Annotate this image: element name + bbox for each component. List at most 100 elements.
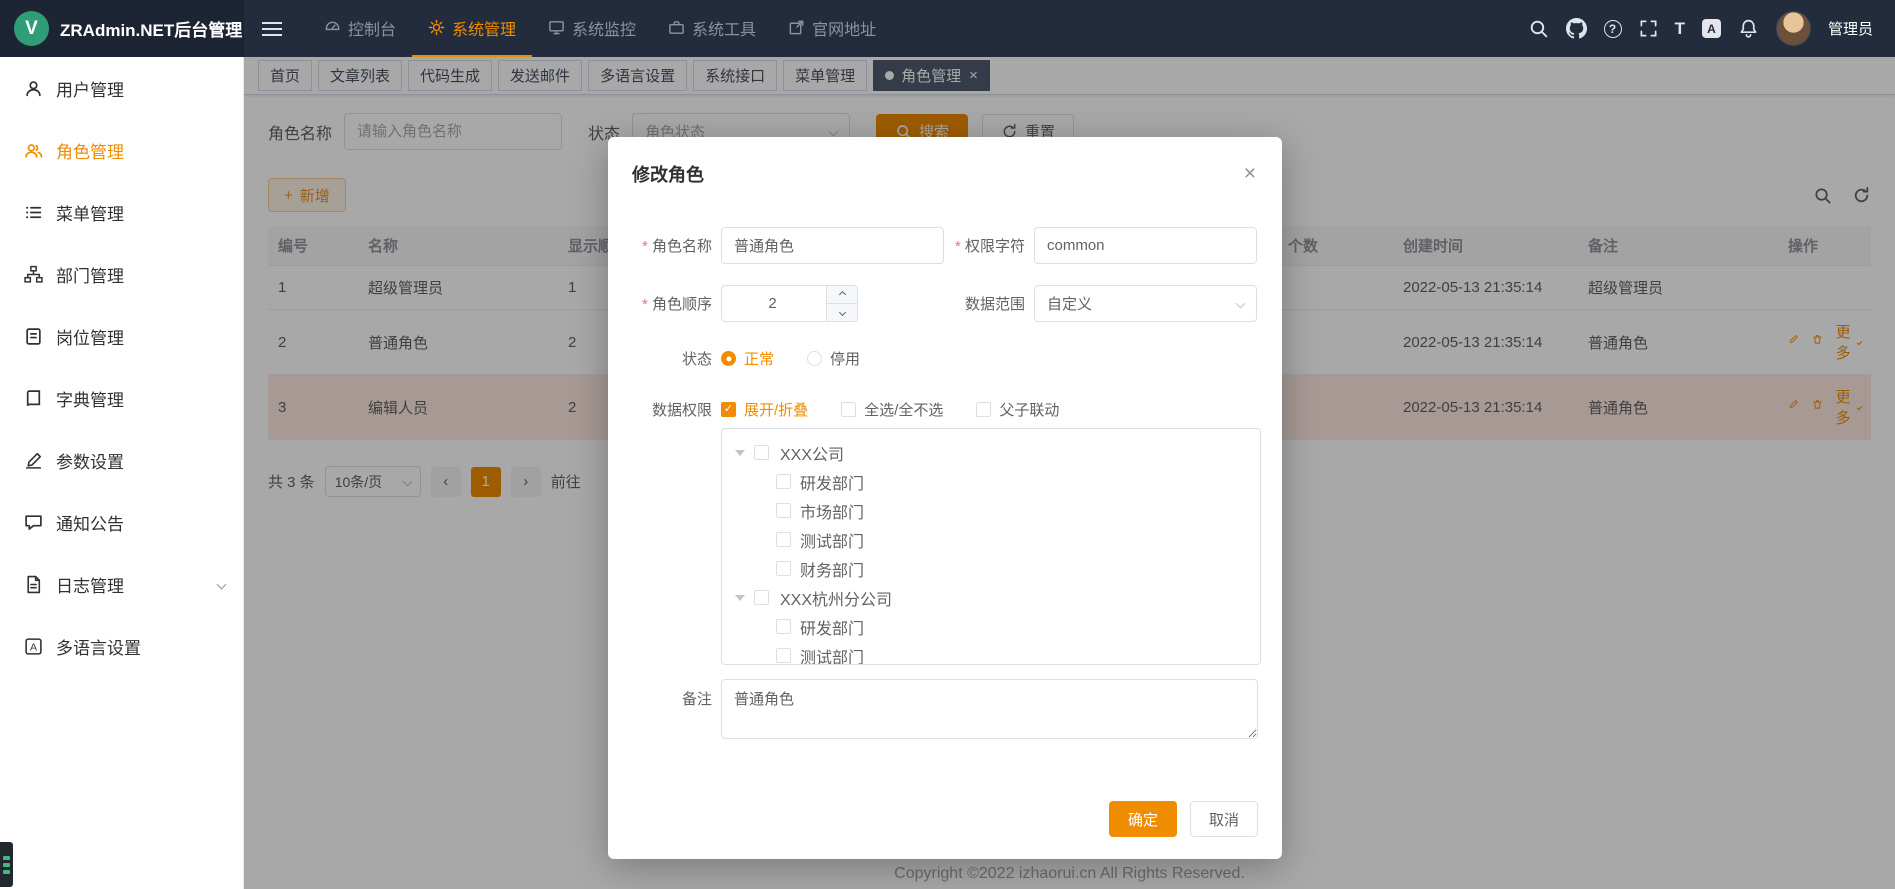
topnav-item-monitor[interactable]: 系统监控	[532, 0, 652, 57]
tree-node-label: XXX杭州分公司	[780, 586, 892, 610]
sidebar-item-posts[interactable]: 岗位管理	[0, 305, 243, 367]
tree-node[interactable]: 研发部门	[722, 612, 1260, 641]
topnav-label: 系统管理	[452, 16, 516, 40]
sidebar-item-i18n[interactable]: A 多语言设置	[0, 615, 243, 677]
tree-node-label: 财务部门	[800, 557, 864, 581]
sidebar-item-users[interactable]: 用户管理	[0, 57, 243, 119]
tree-node-label: XXX公司	[780, 441, 844, 465]
tree-node[interactable]: 财务部门	[722, 554, 1260, 583]
status-label: 状态	[632, 348, 712, 369]
github-icon[interactable]	[1566, 18, 1587, 39]
topnav-label: 官网地址	[812, 16, 876, 40]
sidebar-item-notices[interactable]: 通知公告	[0, 491, 243, 553]
topnav-label: 控制台	[348, 16, 396, 40]
caret-down-icon[interactable]	[735, 595, 745, 601]
perm-char-input[interactable]	[1034, 227, 1257, 264]
chevron-down-icon	[1236, 299, 1246, 309]
search-icon[interactable]	[1528, 18, 1549, 39]
role-name-input[interactable]	[721, 227, 944, 264]
caret-down-icon[interactable]	[735, 450, 745, 456]
sidebar-item-label: 参数设置	[56, 448, 124, 473]
remark-textarea[interactable]: 普通角色	[721, 679, 1258, 739]
bell-icon[interactable]	[1738, 18, 1759, 39]
status-disabled-radio[interactable]	[807, 351, 822, 366]
select-all-checkbox[interactable]	[841, 402, 856, 417]
close-icon[interactable]: ×	[1244, 163, 1256, 184]
topnav-item-website[interactable]: 官网地址	[772, 0, 892, 57]
username[interactable]: 管理员	[1828, 18, 1873, 39]
language-square-icon: A	[24, 637, 43, 656]
tree-checkbox[interactable]	[776, 503, 791, 518]
tree-checkbox[interactable]	[776, 561, 791, 576]
tree-checkbox[interactable]	[776, 474, 791, 489]
edit-role-dialog: 修改角色 × 角色名称 权限字符 角色顺序	[608, 137, 1282, 859]
sidebar-item-logs[interactable]: 日志管理	[0, 553, 243, 615]
header-actions: ? T A 管理员	[1528, 11, 1895, 46]
tree-node[interactable]: 测试部门	[722, 525, 1260, 554]
devtools-widget[interactable]	[0, 842, 13, 887]
chevron-down-icon	[217, 579, 227, 589]
topnav-label: 系统工具	[692, 16, 756, 40]
font-size-icon[interactable]: T	[1675, 19, 1685, 39]
data-scope-select[interactable]: 自定义	[1034, 285, 1257, 322]
logo-icon: V	[14, 11, 49, 46]
sidebar-item-label: 用户管理	[56, 76, 124, 101]
language-icon[interactable]: A	[1702, 19, 1721, 38]
tree-node[interactable]: 测试部门	[722, 641, 1260, 665]
top-bar: V ZRAdmin.NET后台管理 控制台 系统管理 系统监控 系统工具 官网地…	[0, 0, 1895, 57]
status-normal-label[interactable]: 正常	[744, 348, 774, 369]
permission-tree: XXX公司 研发部门 市场部门 测试部门 财务部门 XXX杭州分公司	[721, 428, 1261, 665]
users-group-icon	[24, 141, 43, 160]
parent-child-link-checkbox[interactable]	[976, 402, 991, 417]
stepper-down-button[interactable]	[827, 304, 857, 321]
role-name-label: 角色名称	[632, 235, 712, 256]
sidebar-item-label: 岗位管理	[56, 324, 124, 349]
sidebar-item-dictionary[interactable]: 字典管理	[0, 367, 243, 429]
remark-label: 备注	[632, 679, 712, 709]
sidebar-item-menus[interactable]: 菜单管理	[0, 181, 243, 243]
user-icon	[24, 79, 43, 98]
topnav-item-system-mgmt[interactable]: 系统管理	[412, 0, 532, 57]
tree-checkbox[interactable]	[776, 619, 791, 634]
confirm-button[interactable]: 确定	[1109, 801, 1177, 837]
expand-collapse-label[interactable]: 展开/折叠	[744, 399, 808, 420]
tree-node-label: 研发部门	[800, 470, 864, 494]
parent-child-link-label[interactable]: 父子联动	[999, 399, 1059, 420]
help-icon[interactable]: ?	[1604, 20, 1622, 38]
expand-collapse-checkbox[interactable]: ✓	[721, 402, 736, 417]
sitemap-icon	[24, 265, 43, 284]
sidebar-item-parameters[interactable]: 参数设置	[0, 429, 243, 491]
tree-checkbox[interactable]	[776, 532, 791, 547]
book-icon	[24, 389, 43, 408]
topnav-label: 系统监控	[572, 16, 636, 40]
sidebar-item-roles[interactable]: 角色管理	[0, 119, 243, 181]
status-disabled-label[interactable]: 停用	[830, 348, 860, 369]
stepper-up-button[interactable]	[827, 286, 857, 304]
svg-text:A: A	[30, 641, 38, 653]
cancel-button[interactable]: 取消	[1190, 801, 1258, 837]
sidebar-item-label: 通知公告	[56, 510, 124, 535]
tree-checkbox[interactable]	[754, 590, 769, 605]
tree-node[interactable]: XXX公司	[722, 438, 1260, 467]
topnav-item-tools[interactable]: 系统工具	[652, 0, 772, 57]
fullscreen-icon[interactable]	[1639, 19, 1658, 38]
edit-square-icon	[24, 451, 43, 470]
avatar[interactable]	[1776, 11, 1811, 46]
perm-char-label: 权限字符	[945, 235, 1025, 256]
select-all-label[interactable]: 全选/全不选	[864, 399, 943, 420]
monitor-icon	[548, 19, 565, 36]
tree-node[interactable]: 市场部门	[722, 496, 1260, 525]
sidebar-item-departments[interactable]: 部门管理	[0, 243, 243, 305]
app-logo[interactable]: V ZRAdmin.NET后台管理	[0, 0, 244, 57]
status-normal-radio[interactable]	[721, 351, 736, 366]
tree-checkbox[interactable]	[754, 445, 769, 460]
tree-node[interactable]: 研发部门	[722, 467, 1260, 496]
topnav-item-console[interactable]: 控制台	[308, 0, 412, 57]
tree-checkbox[interactable]	[776, 648, 791, 663]
app-title: ZRAdmin.NET后台管理	[60, 16, 242, 41]
sidebar-item-label: 角色管理	[56, 138, 124, 163]
tree-node[interactable]: XXX杭州分公司	[722, 583, 1260, 612]
hamburger-icon[interactable]	[262, 22, 282, 36]
list-icon	[24, 203, 43, 222]
sidebar-item-label: 日志管理	[56, 572, 205, 597]
